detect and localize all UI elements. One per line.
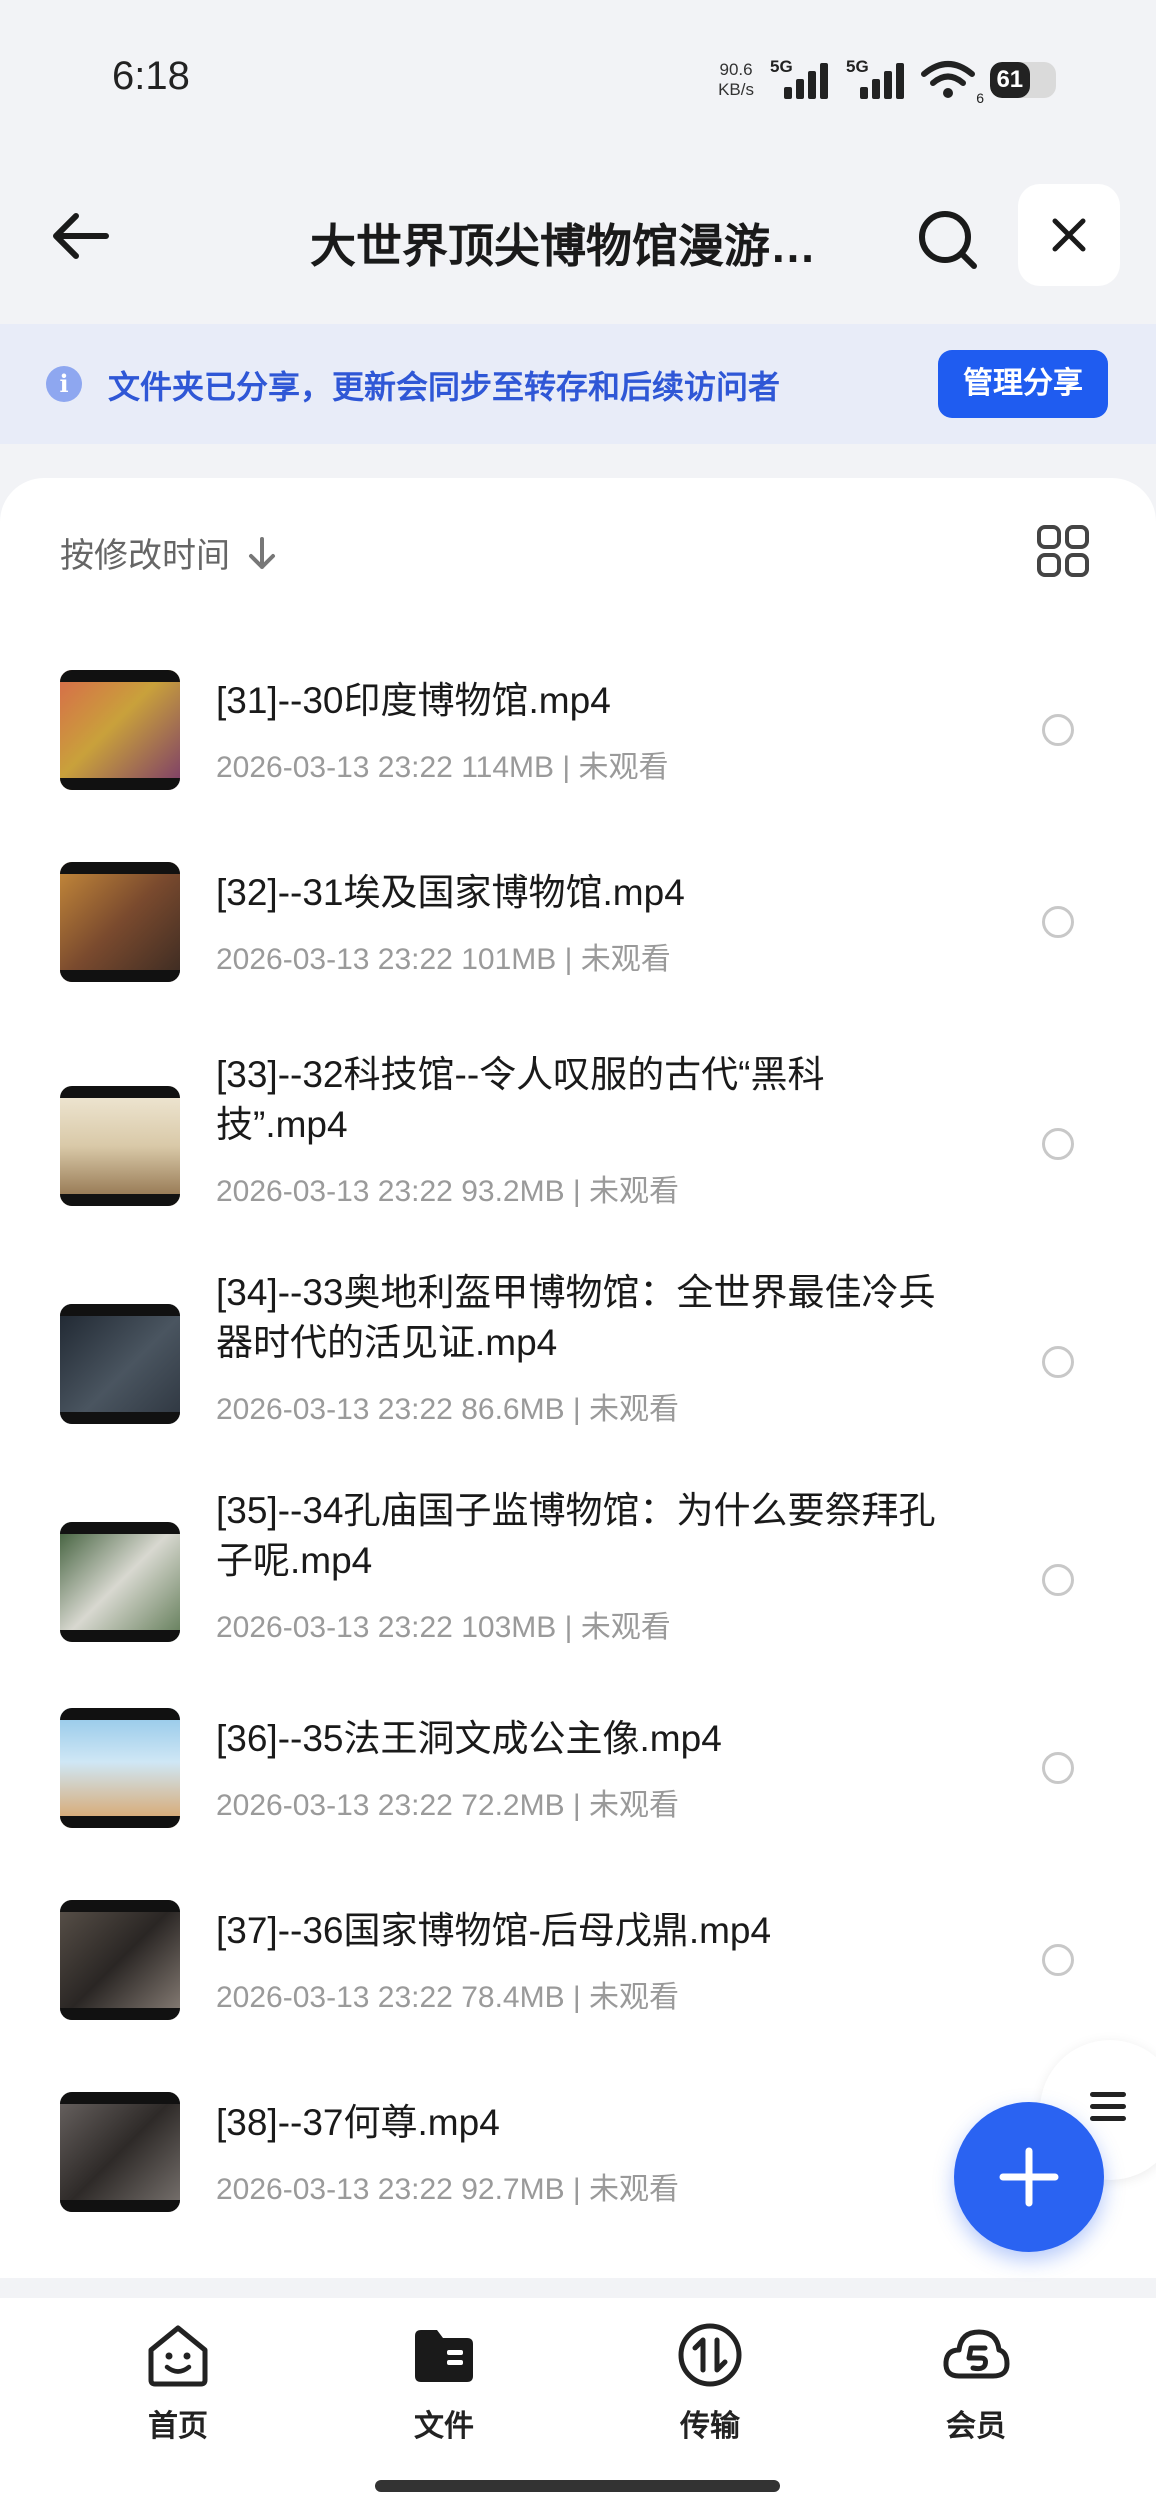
vip-cloud-icon <box>943 2329 1010 2379</box>
file-meta: 2026-03-13 23:22 103MB | 未观看 <box>216 1611 671 1644</box>
nav-vip[interactable]: 会员 <box>906 2320 1046 2443</box>
wifi-icon: 6 <box>920 58 984 106</box>
arrow-left-icon <box>53 213 109 259</box>
video-thumbnail <box>60 1522 180 1642</box>
select-radio[interactable] <box>1042 1564 1074 1596</box>
folder-icon <box>415 2330 473 2382</box>
file-meta: 2026-03-13 23:22 72.2MB | 未观看 <box>216 1789 680 1822</box>
list-item[interactable]: [36]--35法王洞文成公主像.mp4 2026-03-13 23:22 72… <box>0 1688 1156 1880</box>
grid-icon <box>1037 525 1089 577</box>
select-radio[interactable] <box>1042 1346 1074 1378</box>
file-name: [36]--35法王洞文成公主像.mp4 <box>216 1718 722 1759</box>
nav-home[interactable]: 首页 <box>108 2320 248 2443</box>
file-meta: 2026-03-13 23:22 78.4MB | 未观看 <box>216 1981 680 2014</box>
header: 大世界顶尖博物馆漫游… <box>0 170 1156 300</box>
file-panel: 按修改时间 [31]--30印度博物馆.mp4 2026-03-13 23:22… <box>0 478 1156 2278</box>
video-thumbnail <box>60 2092 180 2212</box>
list-item[interactable]: [37]--36国家博物馆-后母戊鼎.mp4 2026-03-13 23:22 … <box>0 1880 1156 2072</box>
nav-transfer[interactable]: 传输 <box>640 2320 780 2443</box>
file-name: [35]--34孔庙国子监博物馆：为什么要祭拜孔子呢.mp4 <box>216 1490 936 1581</box>
battery-icon: 61 <box>990 62 1056 98</box>
file-meta: 2026-03-13 23:22 101MB | 未观看 <box>216 943 671 976</box>
file-name: [33]--32科技馆--令人叹服的古代“黑科技”.mp4 <box>216 1054 825 1145</box>
select-radio[interactable] <box>1042 906 1074 938</box>
file-name: [37]--36国家博物馆-后母戊鼎.mp4 <box>216 1910 772 1951</box>
close-icon <box>1052 218 1086 252</box>
plus-icon <box>999 2147 1059 2207</box>
list-item[interactable]: [32]--31埃及国家博物馆.mp4 2026-03-13 23:22 101… <box>0 842 1156 1034</box>
list-item[interactable]: [34]--33奥地利盔甲博物馆：全世界最佳冷兵器时代的活见证.mp4 2026… <box>0 1252 1156 1470</box>
file-list: [31]--30印度博物馆.mp4 2026-03-13 23:22 114MB… <box>0 650 1156 2264</box>
transfer-icon <box>678 2323 742 2387</box>
select-radio[interactable] <box>1042 1944 1074 1976</box>
file-name: [32]--31埃及国家博物馆.mp4 <box>216 872 685 913</box>
file-name: [34]--33奥地利盔甲博物馆：全世界最佳冷兵器时代的活见证.mp4 <box>216 1272 936 1363</box>
home-indicator[interactable] <box>375 2480 780 2492</box>
file-meta: 2026-03-13 23:22 114MB | 未观看 <box>216 751 669 784</box>
file-name: [31]--30印度博物馆.mp4 <box>216 680 611 721</box>
info-icon: i <box>46 366 82 402</box>
status-icons: 90.6 KB/s 5G 5G 6 61 <box>718 55 1056 106</box>
video-thumbnail <box>60 1708 180 1828</box>
select-radio[interactable] <box>1042 714 1074 746</box>
file-meta: 2026-03-13 23:22 86.6MB | 未观看 <box>216 1393 680 1426</box>
page-title: 大世界顶尖博物馆漫游… <box>310 220 816 272</box>
file-meta: 2026-03-13 23:22 93.2MB | 未观看 <box>216 1175 680 1208</box>
sort-label: 按修改时间 <box>60 537 230 575</box>
video-thumbnail <box>60 1900 180 2020</box>
home-smile-icon <box>148 2325 208 2387</box>
grid-view-button[interactable] <box>1036 524 1090 578</box>
search-icon <box>919 211 977 269</box>
status-bar: 6:18 90.6 KB/s 5G 5G 6 61 <box>0 0 1156 150</box>
video-thumbnail <box>60 1304 180 1424</box>
close-button[interactable] <box>1018 184 1120 286</box>
arrow-down-icon <box>249 536 275 569</box>
list-item[interactable]: [31]--30印度博物馆.mp4 2026-03-13 23:22 114MB… <box>0 650 1156 842</box>
bottom-nav: 首页 文件 传输 会员 <box>0 2298 1156 2510</box>
list-item[interactable]: [33]--32科技馆--令人叹服的古代“黑科技”.mp4 2026-03-13… <box>0 1034 1156 1252</box>
search-button[interactable] <box>908 200 988 280</box>
file-name: [38]--37何尊.mp4 <box>216 2102 500 2143</box>
status-time: 6:18 <box>112 54 190 98</box>
cellular-signal-icon: 5G <box>768 57 830 103</box>
cellular-signal-icon: 5G <box>844 57 906 103</box>
list-item[interactable]: [35]--34孔庙国子监博物馆：为什么要祭拜孔子呢.mp4 2026-03-1… <box>0 1470 1156 1688</box>
manage-share-button[interactable]: 管理分享 <box>938 350 1108 418</box>
file-meta: 2026-03-13 23:22 92.7MB | 未观看 <box>216 2173 680 2206</box>
share-banner: i 文件夹已分享，更新会同步至转存和后续访问者 管理分享 <box>0 324 1156 444</box>
network-speed: 90.6 KB/s <box>718 60 754 99</box>
add-button[interactable] <box>954 2102 1104 2252</box>
back-button[interactable] <box>44 200 116 272</box>
share-banner-text: 文件夹已分享，更新会同步至转存和后续访问者 <box>108 369 781 405</box>
video-thumbnail <box>60 1086 180 1206</box>
nav-files[interactable]: 文件 <box>374 2320 514 2443</box>
select-radio[interactable] <box>1042 1752 1074 1784</box>
video-thumbnail <box>60 670 180 790</box>
sort-toggle[interactable]: 按修改时间 <box>60 528 278 577</box>
select-radio[interactable] <box>1042 1128 1074 1160</box>
video-thumbnail <box>60 862 180 982</box>
